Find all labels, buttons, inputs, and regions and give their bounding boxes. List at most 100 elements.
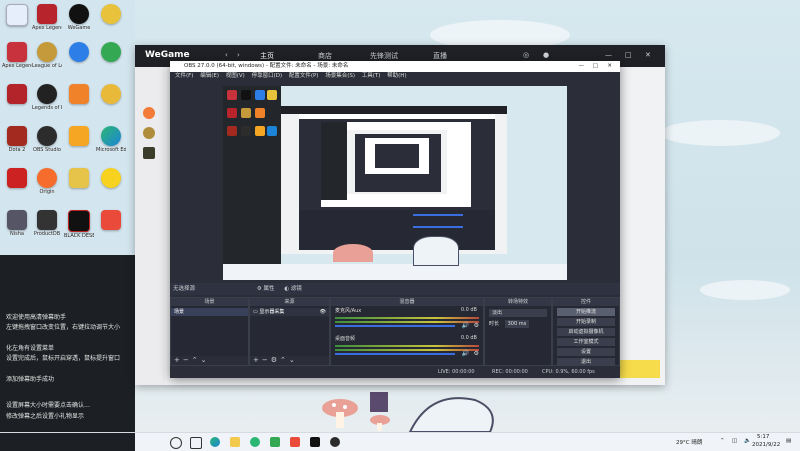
volume-slider[interactable]: [331, 321, 483, 327]
menu-file[interactable]: 文件(F): [175, 73, 193, 79]
desktop-icon[interactable]: [64, 42, 94, 63]
desktop-icon[interactable]: [96, 4, 126, 25]
obs-taskbar-icon[interactable]: [330, 437, 340, 447]
app-icon[interactable]: [290, 437, 300, 447]
gear-icon[interactable]: ⚙: [474, 322, 479, 329]
desktop-icon[interactable]: [96, 84, 126, 105]
app-icon[interactable]: [250, 437, 260, 447]
network-icon[interactable]: ◫: [732, 438, 737, 444]
move-down-icon[interactable]: ⌄: [201, 356, 210, 364]
tray-arrow-icon[interactable]: ⌃: [720, 438, 725, 444]
status-bar: LIVE: 00:00:00 REC: 00:00:00 CPU: 0.9%, …: [170, 366, 620, 378]
tab-store[interactable]: 商店: [318, 51, 332, 61]
desktop-icon[interactable]: [2, 168, 32, 189]
properties-button[interactable]: ⚙ 属性: [257, 286, 275, 292]
add-icon[interactable]: +: [253, 356, 262, 364]
sidebar-game-icon[interactable]: [143, 127, 155, 139]
menu-help[interactable]: 帮助(H): [387, 73, 406, 79]
tab-pioneer-test[interactable]: 先锋测试: [370, 51, 398, 61]
clock-time[interactable]: 5:17: [757, 434, 769, 440]
preview-canvas[interactable]: [223, 86, 567, 280]
add-icon[interactable]: +: [174, 356, 183, 364]
maximize-icon[interactable]: □: [593, 61, 598, 72]
tab-home[interactable]: 主页: [260, 51, 274, 61]
minimize-icon[interactable]: —: [605, 51, 612, 59]
menu-docks[interactable]: 停靠窗口(D): [252, 73, 283, 79]
channel-db: 0.0 dB: [460, 307, 477, 313]
move-down-icon[interactable]: ⌄: [289, 356, 298, 364]
source-item[interactable]: ▭ 显示器采集 👁: [250, 308, 329, 316]
desktop-icon[interactable]: [96, 168, 126, 189]
league-of-legends-shortcut[interactable]: League of Legends: [32, 42, 62, 69]
visibility-icon[interactable]: 👁: [320, 308, 326, 316]
start-streaming-button[interactable]: 开始推流: [557, 308, 615, 316]
close-icon[interactable]: ✕: [607, 61, 612, 72]
start-virtual-camera-button[interactable]: 启动虚拟摄像机: [557, 328, 615, 336]
runeterra-shortcut[interactable]: Legends of Runeterra: [32, 84, 62, 111]
wegame-taskbar-icon[interactable]: [310, 437, 320, 447]
scene-item[interactable]: 场景: [171, 308, 248, 316]
volume-icon[interactable]: 🔈: [744, 438, 751, 444]
menu-edit[interactable]: 编辑(E): [200, 73, 219, 79]
controller-icon[interactable]: ◎: [523, 51, 529, 59]
edge-shortcut[interactable]: Microsoft Edge: [96, 126, 126, 153]
exit-button[interactable]: 退出: [557, 358, 615, 366]
tab-live[interactable]: 直播: [433, 51, 447, 61]
back-icon[interactable]: ‹: [225, 51, 228, 59]
volume-slider[interactable]: [331, 349, 483, 355]
studio-mode-button[interactable]: 工作室模式: [557, 338, 615, 346]
start-recording-button[interactable]: 开始录制: [557, 318, 615, 326]
duration-input[interactable]: 300 ms: [504, 320, 530, 328]
dota2-shortcut[interactable]: Dota 2: [2, 126, 32, 153]
settings-button[interactable]: 设置: [557, 348, 615, 356]
desktop-icon[interactable]: [64, 84, 94, 105]
close-icon[interactable]: ✕: [645, 51, 651, 59]
sidebar-game-icon[interactable]: [143, 147, 155, 159]
gear-icon[interactable]: ⚙: [271, 356, 280, 364]
menu-tools[interactable]: 工具(T): [362, 73, 381, 79]
remove-icon[interactable]: −: [262, 356, 271, 364]
black-desert-shortcut[interactable]: BLACK DESERT: [64, 210, 94, 239]
desktop-icon[interactable]: [2, 84, 32, 105]
apex-legends-shortcut[interactable]: Apex Legends: [2, 42, 32, 69]
productdb-shortcut[interactable]: ProductDB: [32, 210, 62, 237]
transition-select[interactable]: 淡出: [489, 309, 547, 317]
notification-icon[interactable]: ▤: [786, 438, 791, 444]
minimize-icon[interactable]: —: [579, 61, 585, 72]
sidebar-game-icon[interactable]: [143, 107, 155, 119]
user-icon[interactable]: ●: [543, 51, 549, 59]
filters-button[interactable]: ◐ 滤镜: [284, 286, 302, 292]
desktop-icon[interactable]: [64, 168, 94, 189]
move-up-icon[interactable]: ⌃: [280, 356, 289, 364]
origin-shortcut[interactable]: Origin: [32, 168, 62, 195]
desktop-icon[interactable]: [96, 210, 126, 231]
obs-shortcut[interactable]: OBS Studio: [32, 126, 62, 153]
obs-window[interactable]: OBS 27.0.0 (64-bit, windows) - 配置文件: 未命名…: [170, 61, 620, 378]
remove-icon[interactable]: −: [183, 356, 192, 364]
move-up-icon[interactable]: ⌃: [192, 356, 201, 364]
wegame-logo: WeGame: [145, 50, 190, 60]
desktop-icon[interactable]: [64, 126, 94, 147]
menu-scene-collection[interactable]: 场景集合(S): [325, 73, 355, 79]
danmaku-line: 设置屏幕大小时需要点击确认…: [6, 402, 91, 409]
file-explorer-icon[interactable]: [230, 437, 240, 447]
search-icon[interactable]: [170, 437, 182, 449]
gear-icon[interactable]: ⚙: [474, 350, 479, 357]
clock-date[interactable]: 2021/9/22: [752, 442, 780, 448]
apex-legends-shortcut[interactable]: Apex Legends: [32, 4, 62, 31]
menu-view[interactable]: 视图(V): [226, 73, 245, 79]
edge-icon[interactable]: [210, 437, 220, 447]
weather-widget[interactable]: 29°C 晴朗: [676, 438, 702, 446]
desktop-icon[interactable]: [96, 42, 126, 63]
desktop-icon[interactable]: Nisha: [2, 210, 32, 237]
speaker-icon[interactable]: 🔊: [462, 350, 469, 357]
wegame-shortcut[interactable]: WeGame: [64, 4, 94, 31]
speaker-icon[interactable]: 🔊: [462, 322, 469, 329]
task-view-icon[interactable]: [190, 437, 202, 449]
maximize-icon[interactable]: □: [625, 51, 632, 59]
forward-icon[interactable]: ›: [237, 51, 240, 59]
app-icon: [69, 84, 89, 104]
menu-profile[interactable]: 配置文件(P): [289, 73, 319, 79]
app-icon[interactable]: [270, 437, 280, 447]
desktop-icon[interactable]: [2, 4, 32, 27]
